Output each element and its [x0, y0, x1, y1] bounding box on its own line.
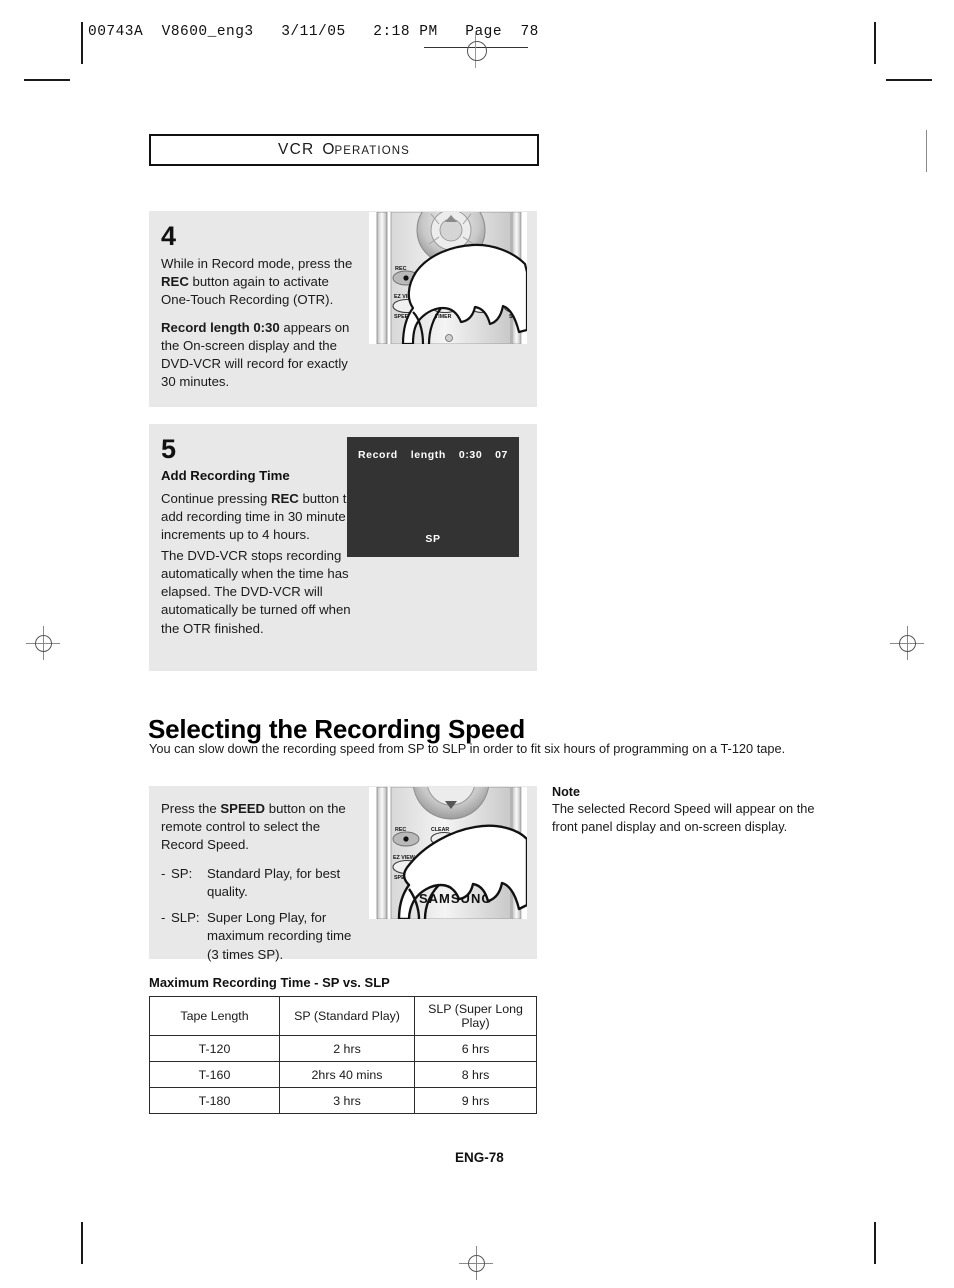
step-4-run-4: Record length 0:30: [161, 319, 280, 335]
remote-control-illustration-speed: REC CLEAR TV EZ VIEW SPEED TIMER SE SAMS…: [369, 787, 527, 919]
table-cell: 8 hrs: [414, 1061, 537, 1088]
osd-channel-value: 07: [495, 449, 508, 461]
step-5-text: Continue pressing REC button to add reco…: [161, 490, 357, 638]
table-cell: 2hrs 40 mins: [279, 1061, 415, 1088]
crop-mark-right-edge-vertical: [926, 130, 927, 172]
step-5-subheading: Add Recording Time: [161, 468, 290, 483]
step-4-number: 4: [161, 221, 177, 251]
step-5-content: 5 Add Recording Time Continue pressing R…: [161, 436, 357, 638]
step-5-run-1: Continue pressing: [161, 491, 271, 506]
registration-mark-header: [458, 32, 494, 68]
section-title-box: VCR OPERATIONS: [149, 134, 539, 166]
registration-mark-bottom: [459, 1246, 493, 1280]
speed-panel-content: Press the SPEED button on the remote con…: [161, 800, 366, 972]
section-title-rest: OPERATIONS: [322, 141, 410, 159]
step-5-number: 5: [161, 434, 177, 464]
table-header-cell: SLP (Super Long Play): [414, 996, 537, 1036]
osd-label-record: Record: [358, 449, 398, 461]
table-cell: T-180: [149, 1087, 280, 1114]
step-4-run-1: While in Record mode, press the: [161, 256, 353, 271]
recording-time-table: Tape Length SP (Standard Play) SLP (Supe…: [149, 996, 537, 1114]
speed-option-sp-abbr: SP:: [171, 865, 193, 881]
osd-speed-indicator: SP: [425, 533, 441, 545]
speed-option-slp: - SLP: Super Long Play, for maximum reco…: [161, 909, 366, 964]
osd-label-length: length: [410, 449, 446, 461]
section-title-main: VCR: [278, 141, 315, 158]
osd-display-screen: Record length 0:30 07 SP: [347, 437, 519, 557]
note-block: Note The selected Record Speed will appe…: [552, 785, 817, 836]
speed-option-slp-desc: Super Long Play, for maximum recording t…: [207, 910, 352, 962]
crop-mark-bottom-left-vertical: [81, 1222, 83, 1264]
speed-intro-paragraph: Press the SPEED button on the remote con…: [161, 800, 366, 855]
step-5-paragraph-1: Continue pressing REC button to add reco…: [161, 490, 357, 545]
table-cell: 3 hrs: [279, 1087, 415, 1114]
registration-mark-left: [26, 626, 60, 660]
table-row: T-120 2 hrs 6 hrs: [149, 1035, 537, 1062]
step-5-run-4: The DVD-VCR stops recording automaticall…: [161, 547, 351, 636]
table-row: T-180 3 hrs 9 hrs: [149, 1087, 537, 1114]
intro-paragraph: You can slow down the recording speed fr…: [149, 741, 786, 756]
speed-intro-text: Press the SPEED button on the remote con…: [161, 800, 366, 855]
step-5-paragraph-2: The DVD-VCR stops recording automaticall…: [161, 547, 357, 638]
speed-option-sp: - SP: Standard Play, for best quality.: [161, 865, 366, 901]
table-caption: Maximum Recording Time - SP vs. SLP: [149, 975, 390, 990]
crop-mark-top-left-vertical: [81, 22, 83, 64]
note-body: The selected Record Speed will appear on…: [552, 801, 815, 835]
osd-time-value: 0:30: [458, 449, 483, 461]
speed-option-sp-dash: -: [161, 865, 166, 881]
step-4-content: 4 While in Record mode, press the REC bu…: [161, 223, 361, 392]
crop-mark-top-right-horizontal: [886, 79, 932, 81]
crop-mark-top-left-horizontal: [24, 79, 70, 81]
table-header-cell: SP (Standard Play): [279, 996, 415, 1036]
speed-run-2: SPEED: [220, 801, 266, 816]
osd-top-row: Record length 0:30 07: [358, 449, 508, 461]
step-5-run-2: REC: [270, 491, 299, 506]
table-cell: T-160: [149, 1061, 280, 1088]
speed-option-slp-dash: -: [161, 910, 166, 926]
speed-option-sp-desc: Standard Play, for best quality.: [207, 865, 341, 899]
step-4-text: While in Record mode, press the REC butt…: [161, 255, 361, 392]
crop-mark-top-right-vertical: [874, 22, 876, 64]
section-title-smallcaps: PERATIONS: [334, 145, 410, 157]
table-row: T-160 2hrs 40 mins 8 hrs: [149, 1061, 537, 1088]
table-header-cell: Tape Length: [149, 996, 280, 1036]
registration-mark-right: [890, 626, 924, 660]
speed-options-list: - SP: Standard Play, for best quality. -…: [161, 865, 366, 964]
crop-mark-bottom-right-vertical: [874, 1222, 876, 1264]
section-title-cap: O: [322, 141, 335, 158]
speed-run-1: Press the: [161, 801, 221, 816]
remote-control-illustration-step4: REC EZ VIEW SPEED MODE ANGLE TIMER SE: [369, 212, 527, 344]
speed-option-slp-abbr: SLP:: [171, 910, 200, 926]
step-4-paragraph-2: Record length 0:30 appears on the On-scr…: [161, 319, 361, 392]
osd-left-group: Record length 0:30: [358, 449, 482, 461]
step-4-paragraph-1: While in Record mode, press the REC butt…: [161, 255, 361, 310]
table-header-row: Tape Length SP (Standard Play) SLP (Supe…: [149, 996, 537, 1036]
table-cell: 9 hrs: [414, 1087, 537, 1114]
table-cell: 6 hrs: [414, 1035, 537, 1062]
note-title: Note: [552, 785, 580, 799]
table-cell: T-120: [149, 1035, 280, 1062]
table-cell: 2 hrs: [279, 1035, 415, 1062]
step-4-run-2: REC: [161, 274, 189, 290]
page-footer: ENG-78: [455, 1150, 504, 1165]
